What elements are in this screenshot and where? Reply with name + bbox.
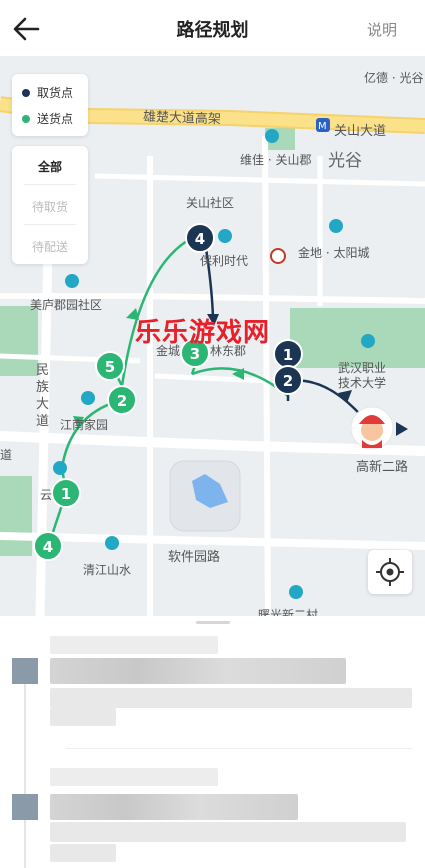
svg-text:4: 4	[43, 538, 53, 556]
marker-pickup-4[interactable]: 4	[185, 223, 215, 253]
blurred-text	[50, 768, 218, 786]
legend-delivery-label: 送货点	[37, 112, 74, 126]
poi-icon	[218, 229, 232, 243]
blurred-text	[50, 844, 116, 862]
road-label: 软件园路	[168, 550, 221, 565]
svg-text:2: 2	[117, 392, 127, 410]
poi-label: 曙光新二村	[258, 608, 319, 616]
road-label: 道	[0, 448, 13, 462]
poi-icon	[65, 274, 79, 288]
filter-to-pickup[interactable]: 待取货	[12, 198, 88, 215]
poi-label: 金地 · 太阳城	[298, 246, 370, 260]
poi-label: 技术大学	[338, 376, 387, 390]
watermark: 乐乐游戏网	[135, 318, 271, 348]
svg-text:2: 2	[283, 372, 293, 390]
poi-icon	[329, 219, 343, 233]
road-label: 道	[36, 414, 50, 429]
marker-pickup-2[interactable]: 2	[273, 365, 303, 395]
poi-label: 美庐郡园社区	[30, 298, 103, 312]
map-legend: 取货点 送货点	[12, 74, 88, 136]
svg-text:1: 1	[61, 485, 71, 503]
order-list-panel[interactable]	[0, 616, 425, 868]
poi-icon	[105, 536, 119, 550]
blurred-text	[50, 794, 298, 820]
marker-delivery-1[interactable]: 1	[51, 478, 81, 508]
timeline-marker	[12, 658, 38, 684]
route-map[interactable]: M 4 1 2 3 5 2 1 4 雄楚大道高架 关山大道 亿德 · 光谷 光谷…	[0, 56, 425, 616]
filter-to-deliver[interactable]: 待配送	[12, 238, 88, 255]
road-label: 高新二路	[356, 460, 409, 475]
poi-label: 清江山水	[83, 563, 132, 577]
drag-handle[interactable]	[196, 621, 230, 624]
rider-avatar[interactable]	[350, 406, 408, 450]
locate-button[interactable]	[368, 550, 412, 594]
marker-delivery-4[interactable]: 4	[33, 531, 63, 561]
blurred-text	[50, 822, 406, 842]
blurred-text	[50, 688, 412, 708]
timeline-line	[24, 662, 26, 868]
area-label: 光谷	[328, 151, 362, 171]
page-title: 路径规划	[176, 20, 249, 41]
filter-all[interactable]: 全部	[12, 158, 88, 175]
poi-icon	[270, 248, 286, 264]
delivery-dot-icon	[22, 114, 30, 123]
blurred-text	[50, 636, 218, 654]
svg-text:1: 1	[283, 346, 293, 364]
park-area	[0, 476, 32, 556]
poi-icon	[361, 334, 375, 348]
poi-icon	[53, 461, 67, 475]
poi-label: 关山社区	[186, 196, 235, 210]
poi-label: 保利时代	[200, 254, 249, 268]
timeline-marker	[12, 794, 38, 820]
poi-icon	[81, 391, 95, 405]
road-label: 关山大道	[334, 124, 387, 139]
legend-delivery: 送货点	[22, 110, 73, 127]
poi-icon	[289, 585, 303, 599]
svg-text:5: 5	[105, 358, 115, 376]
marker-delivery-5[interactable]: 5	[95, 351, 125, 381]
poi-label: 亿德 · 光谷	[364, 71, 424, 85]
divider	[24, 224, 76, 225]
poi-label: 江南家园	[60, 418, 109, 432]
road-label: 雄楚大道高架	[142, 109, 222, 128]
svg-text:M: M	[318, 121, 327, 132]
help-link[interactable]: 说明	[367, 19, 397, 40]
poi-label: 云	[40, 488, 53, 502]
pickup-dot-icon	[22, 88, 30, 97]
order-filter: 全部 待取货 待配送	[12, 146, 88, 264]
locate-icon	[376, 558, 404, 586]
delivery-route	[48, 236, 289, 542]
marker-delivery-2[interactable]: 2	[107, 385, 137, 415]
poi-label: 维佳 · 关山郡	[240, 153, 312, 167]
blurred-text	[50, 708, 116, 726]
svg-text:4: 4	[195, 230, 205, 248]
divider	[24, 184, 76, 185]
marker-pickup-1[interactable]: 1	[273, 339, 303, 369]
legend-pickup-label: 取货点	[37, 86, 74, 100]
park-area	[0, 306, 38, 376]
divider	[66, 748, 412, 749]
blurred-text	[50, 658, 346, 684]
legend-pickup: 取货点	[22, 84, 73, 101]
poi-icon	[265, 129, 279, 143]
header-bar: 路径规划 说明	[0, 0, 425, 56]
